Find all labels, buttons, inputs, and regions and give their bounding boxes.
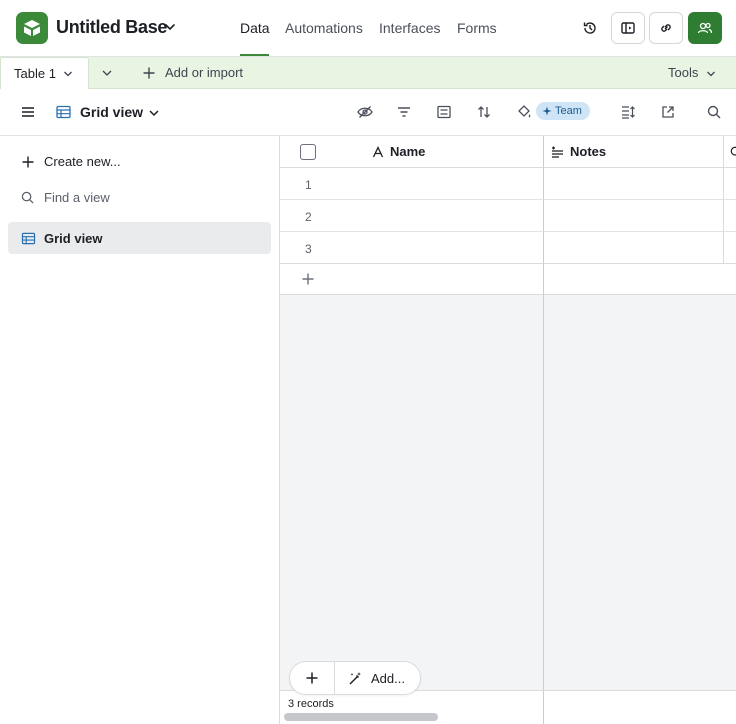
table-cell-notes[interactable] <box>544 232 724 264</box>
sidebar-toggle-icon[interactable] <box>21 105 35 119</box>
horizontal-scrollbar[interactable] <box>284 713 438 721</box>
table-cell[interactable] <box>724 232 736 264</box>
row-number: 2 <box>305 210 312 224</box>
text-field-icon <box>372 146 384 158</box>
all-tables-chevron-icon[interactable] <box>101 67 113 79</box>
launch-interface-button[interactable] <box>611 12 645 44</box>
view-toolbar: Grid view Team <box>0 90 736 136</box>
table-row-primary[interactable]: 1 <box>280 168 544 200</box>
table-row-primary[interactable]: 3 <box>280 232 544 264</box>
hide-fields-icon[interactable] <box>357 105 373 119</box>
chevron-down-icon[interactable] <box>148 107 160 119</box>
column-header-label: Name <box>390 144 426 159</box>
search-icon <box>21 191 34 204</box>
table-cell-notes[interactable] <box>544 168 724 200</box>
plus-icon[interactable] <box>305 671 319 685</box>
find-view-input[interactable] <box>44 190 244 205</box>
table-cell[interactable] <box>724 200 736 232</box>
chevron-down-icon[interactable] <box>164 21 176 33</box>
add-button[interactable]: Add... <box>371 671 405 686</box>
plus-icon[interactable] <box>301 272 315 286</box>
group-icon[interactable] <box>437 105 451 119</box>
views-sidebar: Create new... Grid view <box>0 136 280 724</box>
record-count: 3 records <box>288 698 334 710</box>
launch-interface-icon <box>620 20 636 36</box>
create-new-view-button[interactable]: Create new... <box>44 154 121 169</box>
column-header-label: Notes <box>570 144 607 159</box>
team-badge-label: Team <box>555 105 582 117</box>
row-number: 1 <box>305 178 312 192</box>
column-header-partial[interactable] <box>724 136 736 168</box>
plus-icon[interactable] <box>142 66 156 80</box>
column-divider <box>543 691 544 724</box>
view-switcher[interactable]: Grid view <box>80 104 143 120</box>
add-record-pill: Add... <box>289 661 421 695</box>
filter-icon[interactable] <box>397 105 411 119</box>
table-tab[interactable]: Table 1 <box>0 57 89 89</box>
color-icon[interactable] <box>516 104 532 120</box>
plus-icon[interactable] <box>21 155 35 169</box>
tab-forms[interactable]: Forms <box>457 20 497 36</box>
collaborators-button[interactable] <box>688 12 722 44</box>
column-divider <box>543 264 544 295</box>
history-button[interactable] <box>573 12 607 44</box>
active-tab-indicator <box>240 54 269 56</box>
grid-view-icon <box>56 105 71 119</box>
sparkle-icon <box>542 106 552 116</box>
copy-link-button[interactable] <box>649 12 683 44</box>
collaborators-icon <box>697 20 713 36</box>
base-logo-icon[interactable] <box>16 12 48 44</box>
history-icon <box>582 20 598 36</box>
team-badge[interactable]: Team <box>536 102 590 120</box>
select-all-checkbox[interactable] <box>300 144 316 160</box>
sidebar-item-label: Grid view <box>44 231 103 246</box>
base-title[interactable]: Untitled Base <box>56 17 167 38</box>
column-header-name[interactable]: Name <box>280 136 544 168</box>
table-cell-notes[interactable] <box>544 200 724 232</box>
chevron-down-icon[interactable] <box>63 69 73 79</box>
share-view-icon[interactable] <box>661 105 675 119</box>
long-text-field-icon <box>551 146 564 158</box>
top-header: Untitled Base Data Automations Interface… <box>0 0 736 57</box>
tab-interfaces[interactable]: Interfaces <box>379 20 440 36</box>
magic-wand-icon[interactable] <box>348 671 363 686</box>
tab-data[interactable]: Data <box>240 20 270 36</box>
sort-icon[interactable] <box>477 105 491 119</box>
row-height-icon[interactable] <box>621 105 635 119</box>
link-icon <box>658 20 674 36</box>
grid-footer: 3 records <box>280 690 736 724</box>
tools-menu[interactable]: Tools <box>668 65 698 80</box>
table-bar: Table 1 Add or import Tools <box>0 57 736 89</box>
table-row-primary[interactable]: 2 <box>280 200 544 232</box>
grid-view-icon <box>21 232 36 245</box>
add-or-import-button[interactable]: Add or import <box>165 65 243 80</box>
chevron-down-icon[interactable] <box>706 69 716 79</box>
search-icon <box>730 146 736 158</box>
row-number: 3 <box>305 242 312 256</box>
tab-automations[interactable]: Automations <box>285 20 363 36</box>
search-icon[interactable] <box>707 105 721 119</box>
table-cell[interactable] <box>724 168 736 200</box>
divider <box>334 662 335 694</box>
add-record-row[interactable] <box>280 264 736 295</box>
table-tab-label: Table 1 <box>14 66 56 81</box>
sidebar-item-grid-view[interactable]: Grid view <box>8 222 271 254</box>
column-header-notes[interactable]: Notes <box>544 136 724 168</box>
